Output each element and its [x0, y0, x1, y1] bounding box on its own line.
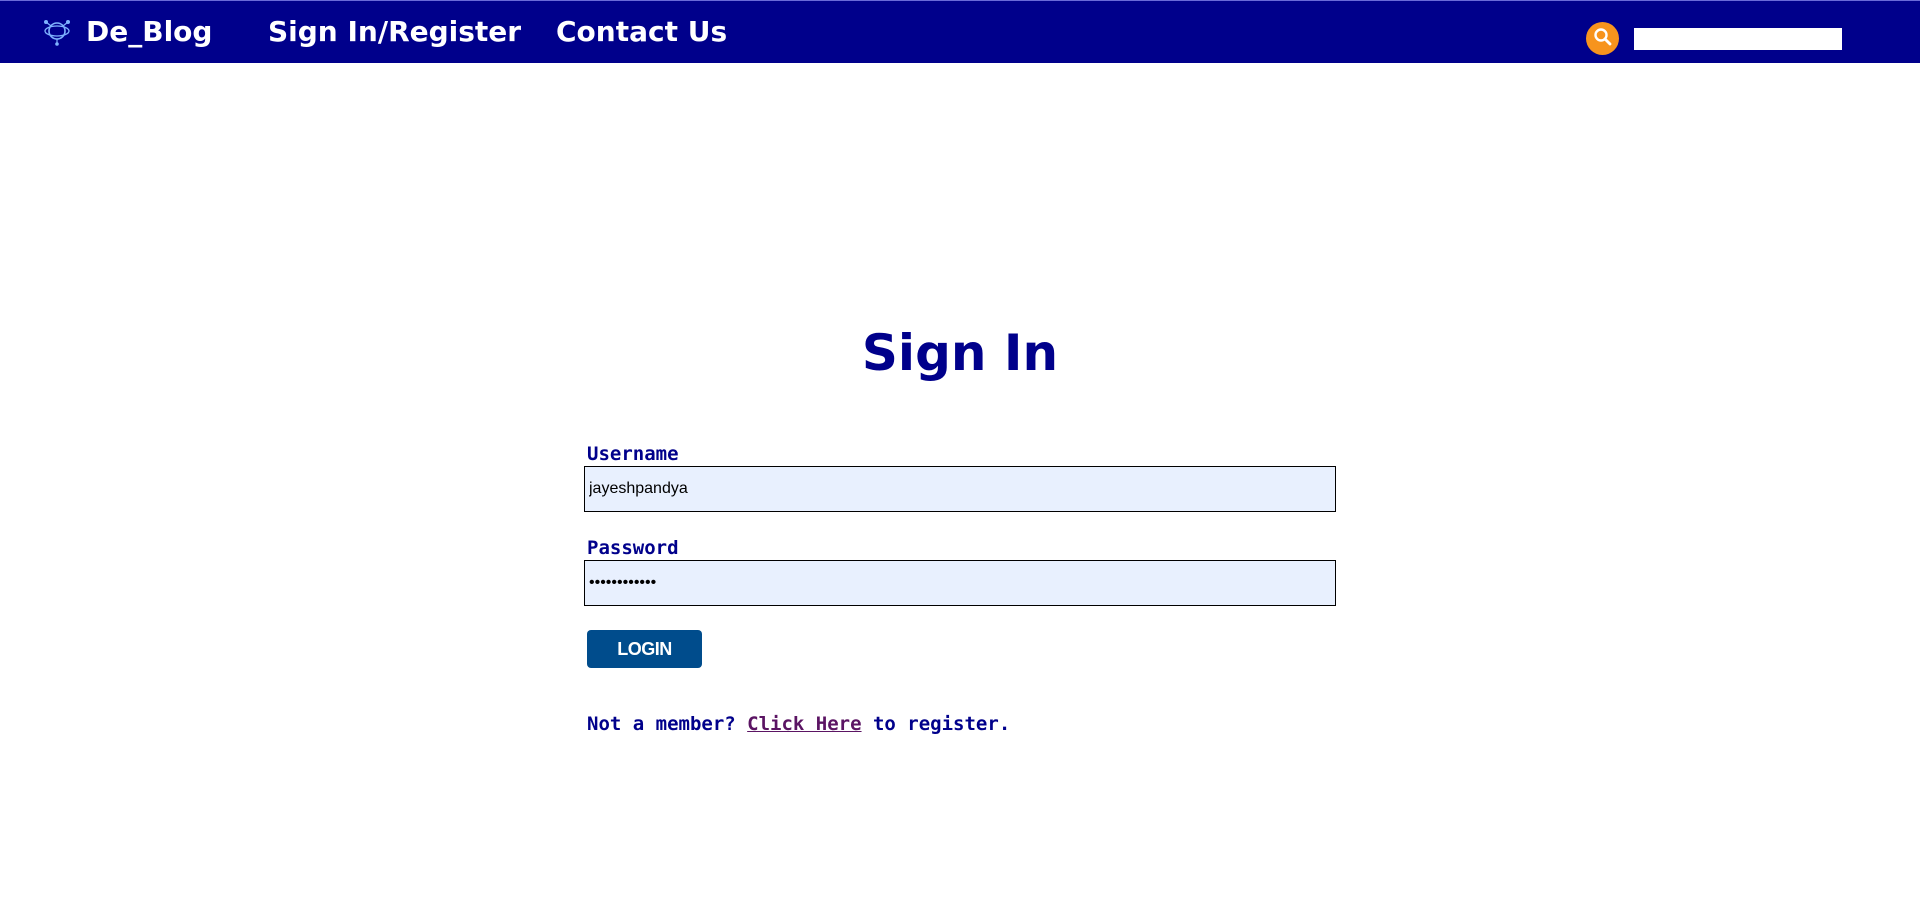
search-input[interactable] — [1634, 28, 1842, 50]
login-button[interactable]: LOGIN — [587, 630, 702, 668]
search-icon — [1593, 27, 1613, 51]
username-label: Username — [587, 443, 679, 465]
register-prompt: Not a member? Click Here to register. — [587, 712, 1010, 736]
nav-contact-us[interactable]: Contact Us — [556, 15, 727, 49]
search-button[interactable] — [1586, 22, 1619, 55]
nav-signin-register[interactable]: Sign In/Register — [268, 15, 521, 49]
page-title: Sign In — [861, 324, 1059, 382]
register-link[interactable]: Click Here — [747, 713, 861, 735]
password-field[interactable] — [584, 560, 1336, 606]
network-globe-icon[interactable] — [42, 17, 72, 47]
register-prefix: Not a member? — [587, 713, 748, 735]
password-label: Password — [587, 537, 679, 559]
username-field[interactable] — [584, 466, 1336, 512]
brand-link[interactable]: De_Blog — [86, 15, 212, 49]
top-navbar: De_Blog Sign In/Register Contact Us — [0, 0, 1920, 63]
register-suffix: to register. — [861, 713, 1011, 735]
